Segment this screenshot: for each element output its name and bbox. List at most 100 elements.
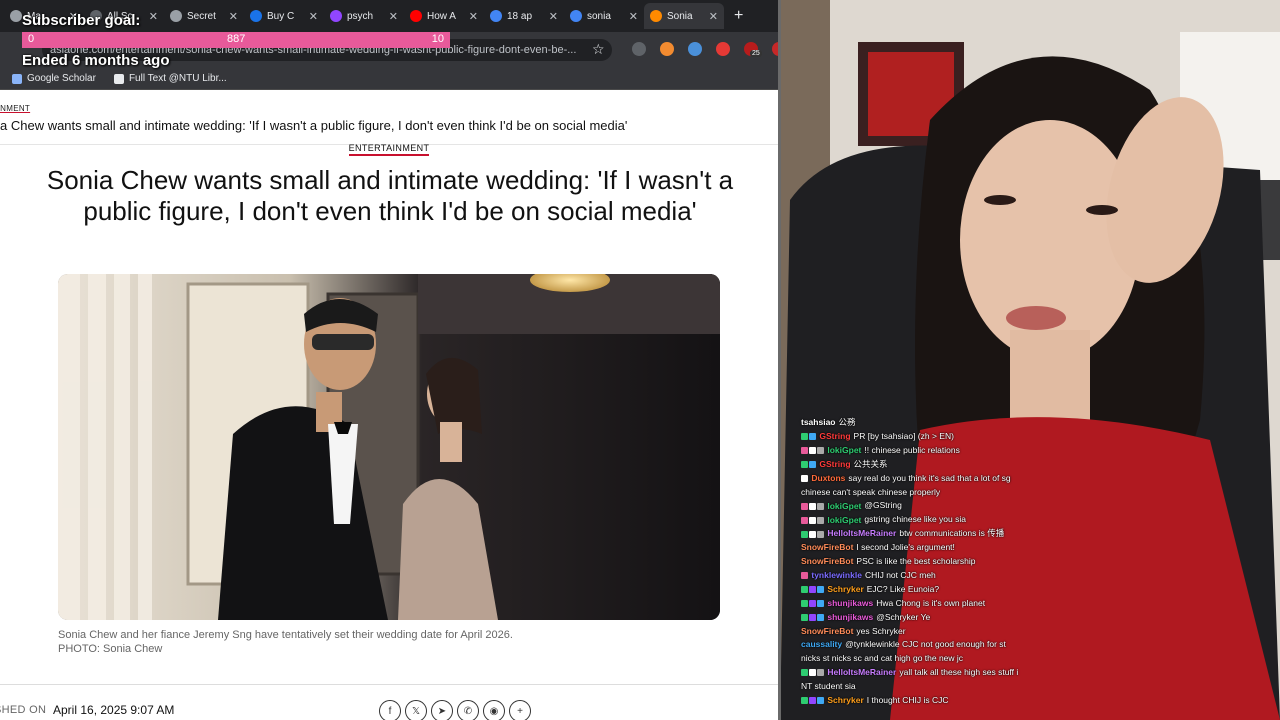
category-label[interactable]: ENTERTAINMENT — [0, 143, 778, 156]
chat-username[interactable]: Schryker — [827, 695, 863, 705]
bookmark-label: Full Text @NTU Libr... — [128, 73, 227, 84]
chat-username[interactable]: GString — [819, 459, 850, 469]
article-page: AINMENT a Chew wants small and intimate … — [0, 91, 780, 720]
badge-icon — [817, 600, 824, 608]
published-row: SHED ON April 16, 2025 9:07 AM f𝕏➤✆◉+ — [0, 684, 780, 720]
chat-username[interactable]: shunjikaws — [827, 598, 873, 608]
chat-text: EJC? Like Eunoia? — [866, 583, 940, 594]
bookmark-star-icon[interactable]: ☆ — [592, 41, 605, 58]
article-headline: Sonia Chew wants small and intimate wedd… — [46, 165, 734, 226]
share-buttons: f 𝕏 ➤ ✆ ◉ + — [379, 700, 531, 720]
chat-overlay: tsahsiao 公務 GString PR [by tsahsiao] (zh >… — [801, 416, 1021, 708]
chat-text: PR [by tsahsiao] (zh > EN) — [853, 430, 954, 441]
sticky-title: a Chew wants small and intimate wedding:… — [0, 118, 628, 133]
chat-badges — [801, 499, 825, 513]
browser-tab[interactable]: Sonia ✕ — [644, 3, 724, 29]
badge-icon — [809, 613, 816, 621]
extension-icon[interactable] — [660, 42, 674, 56]
bookmark-label: Google Scholar — [27, 73, 96, 84]
badge-icon — [801, 600, 808, 608]
chat-username[interactable]: tsahsiao — [801, 417, 836, 427]
chat-text: yes Schryker — [856, 625, 906, 636]
badge-icon — [809, 586, 816, 594]
whatsapp-icon[interactable]: ✆ — [457, 700, 479, 720]
chat-username[interactable]: lokiGpet — [827, 501, 861, 511]
badge-icon — [809, 600, 816, 608]
bookmark-google-scholar[interactable]: Google Scholar — [12, 73, 96, 84]
tab-title: Sonia — [667, 10, 693, 22]
x-icon[interactable]: 𝕏 — [405, 700, 427, 720]
more-icon[interactable]: + — [509, 700, 531, 720]
chat-message: caussality @tynklewinkle CJC not good eno… — [801, 638, 1021, 666]
chat-message: SnowFireBot I second Jolie's argument! — [801, 541, 1021, 555]
badge-icon — [817, 697, 824, 705]
globe-icon — [10, 10, 22, 22]
badge-icon — [801, 613, 808, 621]
chat-username[interactable]: HelloItsMeRainer — [827, 528, 896, 538]
chat-badges — [801, 458, 817, 472]
chat-message: lokiGpet @GString — [801, 499, 1021, 513]
chat-username[interactable]: SnowFireBot — [801, 626, 853, 636]
chat-text: I thought CHIJ is CJC — [866, 694, 949, 705]
goal-title: Subscriber goal: — [22, 12, 141, 29]
chat-message: shunjikaws @Schryker Ye — [801, 611, 1021, 625]
chat-username[interactable]: lokiGpet — [827, 515, 861, 525]
close-tab-icon[interactable]: ✕ — [629, 10, 638, 23]
article-photo — [58, 274, 720, 620]
breadcrumb[interactable]: AINMENT — [0, 104, 30, 113]
close-tab-icon[interactable]: ✕ — [549, 10, 558, 23]
browser-tab[interactable]: sonia ✕ — [564, 3, 644, 29]
badge-icon — [817, 669, 824, 677]
chat-message: SnowFireBot PSC is like the best scholars… — [801, 555, 1021, 569]
badge-icon — [801, 586, 808, 594]
layout-divider — [778, 0, 781, 720]
badge-icon — [817, 447, 824, 454]
chat-message: shunjikaws Hwa Chong is it's own planet — [801, 597, 1021, 611]
category-text: ENTERTAINMENT — [348, 143, 430, 156]
published-date: April 16, 2025 9:07 AM — [53, 703, 175, 717]
bookmark-icon — [113, 73, 124, 84]
chat-message: GString 公共关系 — [801, 458, 1021, 472]
chat-message: tynklewinkle CHIJ not CJC meh — [801, 569, 1021, 583]
shield-icon[interactable] — [716, 42, 730, 56]
extension-icon[interactable] — [688, 42, 702, 56]
badge-icon — [817, 502, 824, 510]
chat-username[interactable]: shunjikaws — [827, 612, 873, 622]
close-tab-icon[interactable]: ✕ — [469, 10, 478, 23]
reddit-icon[interactable]: ◉ — [483, 700, 505, 720]
chat-message: SnowFireBot yes Schryker — [801, 625, 1021, 639]
chat-message: HelloItsMeRainer yall talk all these high… — [801, 666, 1021, 694]
telegram-icon[interactable]: ➤ — [431, 700, 453, 720]
facebook-icon[interactable]: f — [379, 700, 401, 720]
extension-badge: 25 — [750, 50, 762, 57]
close-tab-icon[interactable]: ✕ — [709, 10, 718, 23]
chat-username[interactable]: caussality — [801, 639, 842, 649]
photo-caption: Sonia Chew and her fiance Jeremy Sng hav… — [58, 628, 513, 656]
chat-message: Duxtons say real do you think it's sad th… — [801, 472, 1021, 500]
chat-text: gstring chinese like you sia — [864, 514, 966, 525]
chat-text: btw communications is 传播 — [899, 528, 1005, 539]
grammarly-icon[interactable] — [632, 42, 646, 56]
sticky-header: AINMENT a Chew wants small and intimate … — [0, 91, 780, 145]
badge-icon — [817, 586, 824, 594]
chat-message: Schryker I thought CHIJ is CJC — [801, 694, 1021, 708]
chat-username[interactable]: SnowFireBot — [801, 542, 853, 552]
chat-username[interactable]: SnowFireBot — [801, 556, 853, 566]
bookmark-ntu-library[interactable]: Full Text @NTU Libr... — [113, 73, 227, 84]
google-icon — [490, 10, 502, 22]
badge-icon — [801, 502, 808, 510]
chat-username[interactable]: HelloItsMeRainer — [827, 667, 896, 677]
badge-icon — [801, 460, 808, 468]
new-tab-button[interactable]: + — [724, 7, 753, 25]
chat-username[interactable]: Schryker — [827, 584, 863, 594]
chat-username[interactable]: tynklewinkle — [811, 570, 862, 580]
browser-tab[interactable]: 18 ap ✕ — [484, 3, 564, 29]
chat-username[interactable]: lokiGpet — [827, 445, 861, 455]
chat-badges — [801, 666, 825, 680]
badge-icon — [809, 502, 816, 510]
goal-max: 10 — [431, 33, 444, 45]
chat-username[interactable]: GString — [819, 431, 850, 441]
goal-current: 887 — [227, 33, 246, 45]
chat-username[interactable]: Duxtons — [811, 473, 845, 483]
chat-badges — [801, 569, 809, 583]
